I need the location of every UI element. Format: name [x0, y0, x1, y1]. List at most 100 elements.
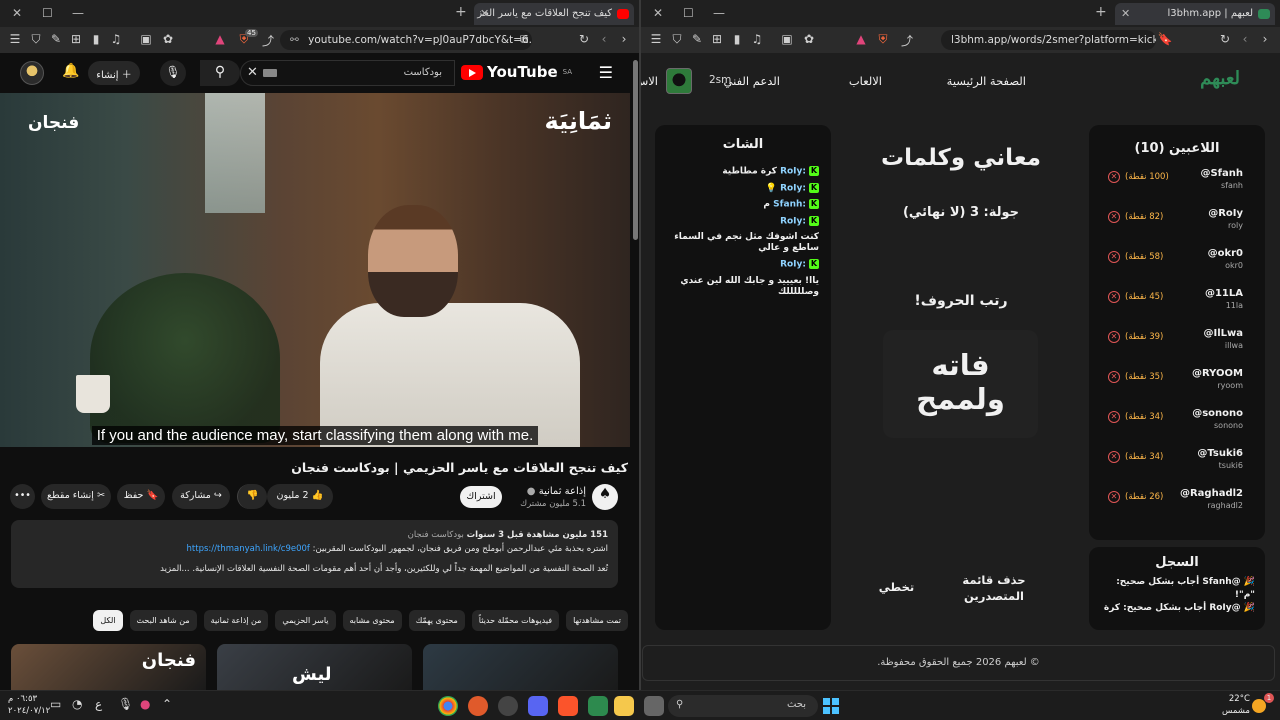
close-tab-icon[interactable]: ✕: [1121, 7, 1130, 20]
aria-icon[interactable]: ▲: [212, 32, 228, 46]
address-bar[interactable]: ⚯ youtube.com/watch?v=pJ0auP7dbcY&t=6...: [280, 30, 532, 50]
bookmark-page-icon[interactable]: 🔖: [1157, 32, 1173, 46]
discord-app-icon[interactable]: [528, 696, 548, 716]
back-icon[interactable]: ‹: [1237, 32, 1253, 46]
filter-chip[interactable]: محتوى مشابه: [342, 610, 402, 631]
username[interactable]: 2sm: [709, 74, 731, 86]
user-avatar[interactable]: [666, 68, 692, 94]
user-avatar[interactable]: [20, 61, 44, 85]
skip-button[interactable]: تخطي: [874, 580, 919, 594]
site-info-icon[interactable]: ⚯: [290, 34, 299, 46]
subscribe-button[interactable]: اشتراك: [460, 486, 502, 508]
sidebar-icon[interactable]: ⊞: [68, 32, 84, 46]
brave-app-icon[interactable]: [558, 696, 578, 716]
remove-player-icon[interactable]: ✕: [1108, 291, 1120, 303]
input-language[interactable]: ع: [95, 697, 102, 711]
search-input[interactable]: بودكاست ✕: [240, 60, 455, 86]
file-explorer-icon[interactable]: [614, 696, 634, 716]
close-window-icon[interactable]: ✕: [653, 6, 663, 20]
app-logo[interactable]: لعبهم: [1200, 68, 1240, 89]
brave-shield-icon[interactable]: ⛨: [875, 32, 891, 47]
shield-icon[interactable]: ⛉: [28, 32, 44, 47]
reader-icon[interactable]: ▮: [729, 32, 745, 46]
reload-icon[interactable]: ↻: [1217, 32, 1233, 46]
filter-chip[interactable]: فيديوهات محمّلة حديثاً: [471, 610, 560, 631]
minimize-icon[interactable]: —: [72, 6, 84, 20]
extensions-icon[interactable]: ✿: [801, 32, 817, 46]
notifications-bell-icon[interactable]: 🔔: [62, 63, 79, 79]
address-bar[interactable]: l3bhm.app/words/2smer?platform=kick: [941, 30, 1156, 50]
remove-player-icon[interactable]: ✕: [1108, 411, 1120, 423]
microphone-icon[interactable]: 🎙: [118, 697, 133, 711]
new-tab-icon[interactable]: +: [455, 4, 467, 20]
music-icon[interactable]: ♫: [108, 32, 124, 46]
reader-icon[interactable]: ▮: [88, 32, 104, 46]
back-icon[interactable]: ‹: [596, 32, 612, 46]
channel-avatar[interactable]: ♠: [592, 484, 618, 510]
related-video-thumbnail[interactable]: [423, 644, 618, 690]
search-button[interactable]: ⚲: [200, 60, 240, 86]
filter-chip[interactable]: الكل: [93, 610, 123, 631]
tray-app-icon[interactable]: ●: [140, 697, 150, 711]
menu-icon[interactable]: ☰: [7, 32, 23, 46]
reload-icon[interactable]: ↻: [576, 32, 592, 46]
nav-home[interactable]: الصفحة الرئيسية: [947, 74, 1026, 88]
chrome-app-icon[interactable]: [438, 696, 458, 716]
create-button[interactable]: ＋ إنشاء: [88, 61, 140, 85]
filter-chip[interactable]: ياسر الحزيمي: [275, 610, 336, 631]
music-icon[interactable]: ♫: [749, 32, 765, 46]
share-button[interactable]: ↪ مشاركة: [172, 484, 230, 509]
nav-support[interactable]: الدعم الفني: [724, 74, 780, 88]
description-tag[interactable]: بودكاست فنجان: [408, 530, 464, 540]
minimize-icon[interactable]: —: [713, 6, 725, 20]
voice-search-button[interactable]: 🎙: [160, 60, 186, 86]
remove-player-icon[interactable]: ✕: [1108, 251, 1120, 263]
remove-player-icon[interactable]: ✕: [1108, 491, 1120, 503]
remove-player-icon[interactable]: ✕: [1108, 211, 1120, 223]
related-video-thumbnail[interactable]: فنجان: [11, 644, 206, 690]
sidebar-icon[interactable]: ⊞: [709, 32, 725, 46]
forward-icon[interactable]: ›: [616, 32, 632, 46]
notifications-icon[interactable]: ▭: [50, 697, 61, 711]
filter-chip[interactable]: من إذاعة ثمانية: [203, 610, 269, 631]
maximize-icon[interactable]: ☐: [42, 6, 53, 20]
screenshot-icon[interactable]: ▣: [138, 32, 154, 46]
video-description[interactable]: 151 مليون مشاهدة قبل 3 سنوات بودكاست فنج…: [11, 520, 618, 588]
like-button[interactable]: 👍 2 مليون: [267, 484, 333, 509]
filter-chip[interactable]: محتوى يهمّك: [408, 610, 465, 631]
screenshot-icon[interactable]: ▣: [779, 32, 795, 46]
tab-youtube[interactable]: ✕ كيف تنجح العلاقات مع ياسر الحز: [474, 3, 634, 25]
menu-icon[interactable]: ☰: [648, 32, 664, 46]
app-icon-obs[interactable]: [498, 696, 518, 716]
description-link[interactable]: https://thmanyah.link/c9e00f: [187, 544, 310, 554]
tray-expand-icon[interactable]: ⌃: [162, 697, 172, 711]
puzzle-icon[interactable]: ✎: [689, 32, 705, 46]
tab-l3bhm[interactable]: ✕ لعبهم | l3bhm.app: [1115, 3, 1275, 25]
nav-extra[interactable]: الاس: [641, 74, 658, 88]
task-view-icon[interactable]: [644, 696, 664, 716]
close-window-icon[interactable]: ✕: [12, 6, 22, 20]
clear-leaderboard-button[interactable]: حذف قائمة المتصدرين: [959, 572, 1029, 604]
page-scrollbar[interactable]: [633, 60, 638, 240]
forward-icon[interactable]: ›: [1257, 32, 1273, 46]
channel-name[interactable]: إذاعة ثمانية ●: [527, 486, 586, 497]
remove-player-icon[interactable]: ✕: [1108, 371, 1120, 383]
taskbar-search-input[interactable]: ⚲ بحث: [668, 695, 818, 717]
new-tab-icon[interactable]: +: [1095, 4, 1107, 20]
shield-icon[interactable]: ⛉: [669, 32, 685, 47]
related-video-thumbnail[interactable]: ليش: [217, 644, 412, 690]
pip-icon[interactable]: ⧉: [516, 32, 532, 47]
youtube-logo[interactable]: YouTube SA: [460, 63, 572, 81]
close-tab-icon[interactable]: ✕: [480, 7, 489, 20]
more-actions-button[interactable]: •••: [10, 484, 35, 509]
nav-games[interactable]: الالعاب: [849, 74, 882, 88]
puzzle-icon[interactable]: ✎: [48, 32, 64, 46]
save-button[interactable]: 🔖 حفظ: [117, 484, 165, 509]
maximize-icon[interactable]: ☐: [683, 6, 694, 20]
clip-button[interactable]: ✂ إنشاء مقطع: [41, 484, 111, 509]
weather-widget[interactable]: 22°C مشمس: [1222, 693, 1250, 717]
dislike-button[interactable]: 👎: [237, 484, 267, 509]
start-button[interactable]: [823, 698, 839, 714]
keyboard-icon[interactable]: [263, 69, 277, 77]
remove-player-icon[interactable]: ✕: [1108, 451, 1120, 463]
